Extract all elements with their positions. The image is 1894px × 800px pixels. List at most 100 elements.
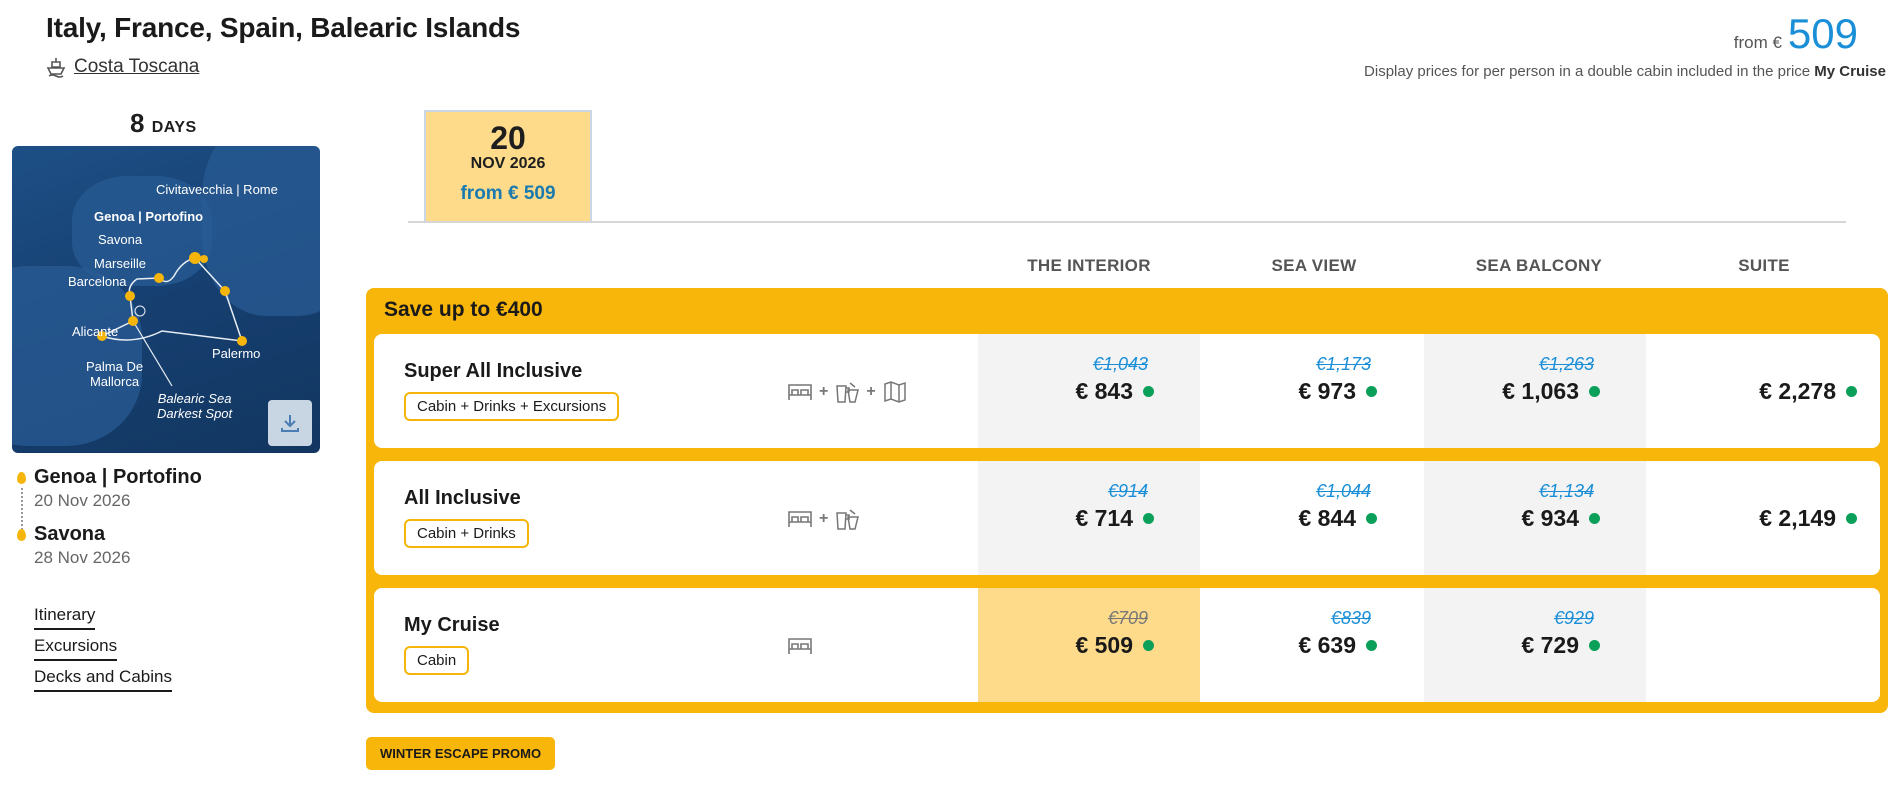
- price-cell-sea-view[interactable]: €839 € 639: [1201, 588, 1423, 702]
- price-value: € 843: [1075, 378, 1133, 404]
- fare-row-my-cruise: My Cruise Cabin €709 € 509 €839 € 639 €9…: [374, 588, 1880, 702]
- map-pin-genoa: [189, 252, 201, 264]
- link-excursions[interactable]: Excursions: [34, 636, 118, 661]
- map-label-palma: Palma De Mallorca: [86, 359, 143, 389]
- availability-dot-icon: [1143, 640, 1154, 651]
- lowest-price: from € 509: [1734, 10, 1858, 58]
- price-cell-interior[interactable]: €709 € 509: [978, 588, 1200, 702]
- arrival-pin-icon: [17, 529, 26, 541]
- price-cell-suite[interactable]: € 2,278: [1647, 334, 1869, 448]
- fare-tag: Cabin + Drinks + Excursions: [404, 392, 620, 421]
- new-price: € 844: [1298, 505, 1377, 532]
- new-price: € 729: [1521, 632, 1600, 659]
- fare-name: All Inclusive: [404, 487, 521, 509]
- map-label-genoa: Genoa | Portofino: [94, 209, 204, 224]
- page-title: Italy, France, Spain, Balearic Islands: [46, 12, 521, 43]
- fare-tag: Cabin + Drinks: [404, 519, 529, 548]
- fare-row-all-inclusive: All Inclusive Cabin + Drinks + €914 € 71…: [374, 461, 1880, 575]
- departure-date: 20 Nov 2026: [34, 491, 131, 510]
- new-price: € 1,063: [1502, 378, 1600, 405]
- price-value: € 844: [1298, 505, 1356, 531]
- bed-icon: [788, 384, 812, 400]
- price-value: € 2,149: [1759, 505, 1836, 531]
- price-note: Display prices for per person in a doubl…: [1364, 63, 1886, 80]
- new-price: € 714: [1075, 505, 1154, 532]
- bed-icon: [788, 511, 812, 527]
- date-tab-day: 20: [490, 120, 526, 156]
- price-value: € 2,278: [1759, 378, 1836, 404]
- new-price: € 2,278: [1759, 378, 1857, 405]
- availability-dot-icon: [1846, 513, 1857, 524]
- new-price: € 843: [1075, 378, 1154, 405]
- price-cell-sea-balcony[interactable]: €1,263 € 1,063: [1424, 334, 1646, 448]
- price-cell-suite[interactable]: € 2,149: [1647, 461, 1869, 575]
- price-note-bold: My Cruise: [1814, 63, 1886, 80]
- fare-icons: +: [786, 505, 861, 533]
- ship-link[interactable]: Costa Toscana: [46, 56, 199, 78]
- arrival-date: 28 Nov 2026: [34, 548, 131, 567]
- save-banner: Save up to €400: [384, 298, 543, 321]
- bed-icon: [788, 638, 812, 654]
- map-label-palermo: Palermo: [212, 346, 261, 361]
- plus-sign: +: [819, 510, 829, 527]
- availability-dot-icon: [1366, 640, 1377, 651]
- fare-tag: Cabin: [404, 646, 470, 675]
- availability-dot-icon: [1589, 640, 1600, 651]
- price-cell-sea-view[interactable]: €1,044 € 844: [1201, 461, 1423, 575]
- from-label: from €: [1733, 33, 1782, 52]
- price-cell-sea-balcony[interactable]: €929 € 729: [1424, 588, 1646, 702]
- old-price: €929: [1553, 608, 1594, 628]
- map-icon: [883, 381, 906, 403]
- new-price: € 934: [1521, 505, 1600, 532]
- date-tab-month: NOV 2026: [470, 155, 546, 172]
- availability-dot-icon: [1846, 386, 1857, 397]
- promo-badge[interactable]: WINTER ESCAPE PROMO: [366, 737, 556, 770]
- price-value: € 729: [1521, 632, 1579, 658]
- old-price: €1,043: [1092, 354, 1148, 374]
- drinks-icon: [836, 509, 860, 530]
- price-value: € 714: [1075, 505, 1133, 531]
- ship-icon: [46, 58, 66, 78]
- map-label-balearic: Balearic Sea Darkest Spot: [157, 391, 232, 421]
- col-header-interior: THE INTERIOR: [1027, 256, 1151, 275]
- availability-dot-icon: [1589, 386, 1600, 397]
- ship-name[interactable]: Costa Toscana: [74, 56, 199, 78]
- date-tab-price: from € 509: [460, 183, 556, 204]
- days-number: 8: [130, 108, 145, 138]
- route-connector: [21, 488, 23, 534]
- tab-divider: [408, 221, 1846, 223]
- date-tab-20-nov[interactable]: 20 NOV 2026 from € 509: [424, 110, 592, 222]
- link-decks-cabins[interactable]: Decks and Cabins: [34, 667, 172, 692]
- price-value: € 934: [1521, 505, 1579, 531]
- price-cell-sea-balcony[interactable]: €1,134 € 934: [1424, 461, 1646, 575]
- availability-dot-icon: [1589, 513, 1600, 524]
- price-note-text: Display prices for per person in a doubl…: [1364, 63, 1811, 80]
- map-label-savona: Savona: [98, 232, 143, 247]
- availability-dot-icon: [1143, 386, 1154, 397]
- price-value: € 509: [1075, 632, 1133, 658]
- fare-name: Super All Inclusive: [404, 360, 583, 382]
- map-label-palma-line1: Palma De: [86, 359, 144, 374]
- plus-sign: +: [819, 383, 829, 400]
- fare-row-super-all-inclusive: Super All Inclusive Cabin + Drinks + Exc…: [374, 334, 1880, 448]
- old-price: €1,044: [1315, 481, 1371, 501]
- departure-pin-icon: [17, 472, 26, 484]
- fare-icons: [786, 632, 814, 660]
- price-value: € 639: [1298, 632, 1356, 658]
- fare-name: My Cruise: [404, 614, 500, 636]
- price-cell-sea-view[interactable]: €1,173 € 973: [1201, 334, 1423, 448]
- new-price: € 639: [1298, 632, 1377, 659]
- map-label-balearic-line1: Balearic Sea: [157, 391, 232, 406]
- duration: 8 DAYS: [130, 108, 197, 139]
- new-price: € 973: [1298, 378, 1377, 405]
- price-cell-interior[interactable]: €914 € 714: [978, 461, 1200, 575]
- download-icon: [281, 415, 299, 432]
- link-itinerary[interactable]: Itinerary: [34, 605, 96, 630]
- price-cell-interior[interactable]: €1,043 € 843: [978, 334, 1200, 448]
- download-map-button[interactable]: [268, 400, 312, 446]
- new-price: € 509: [1075, 632, 1154, 659]
- arrival-port: Savona: [34, 523, 106, 545]
- old-price: €914: [1107, 481, 1148, 501]
- availability-dot-icon: [1366, 386, 1377, 397]
- map-label-balearic-line2: Darkest Spot: [157, 406, 233, 421]
